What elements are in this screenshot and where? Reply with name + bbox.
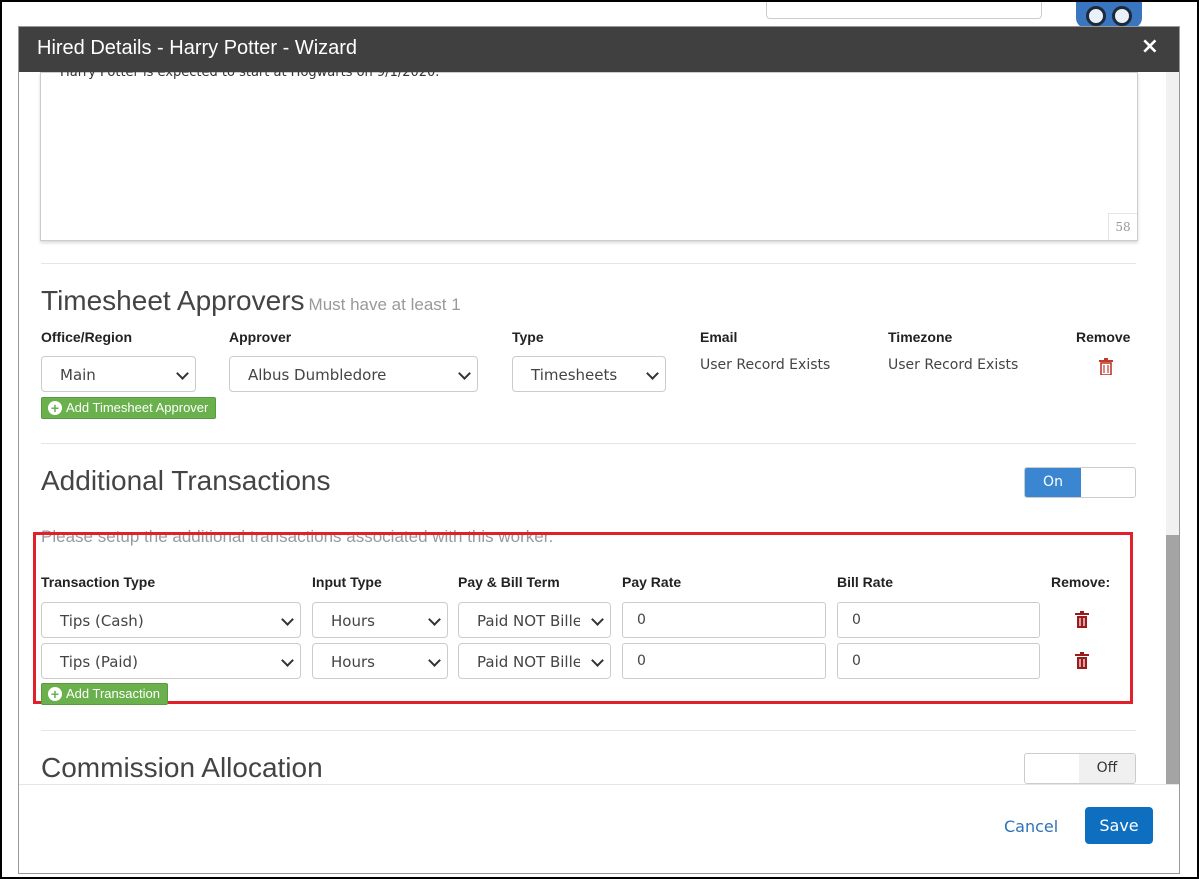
bill-rate-header: Bill Rate [837, 574, 894, 590]
transaction-type-value: Tips (Cash) [60, 612, 144, 630]
divider [41, 443, 1136, 444]
screenshot-frame: Hired Details - Harry Potter - Wizard × … [0, 0, 1199, 879]
timesheet-section-title: Timesheet Approvers Must have at least 1 [41, 285, 461, 317]
type-select[interactable]: Timesheets [512, 356, 666, 392]
notes-textarea[interactable]: Harry Potter is expected to start at Hog… [40, 72, 1138, 241]
add-transaction-button[interactable]: + Add Transaction [41, 683, 168, 705]
pay-rate-input[interactable]: 0 [622, 643, 826, 679]
modal-header: Hired Details - Harry Potter - Wizard × [19, 27, 1179, 72]
owl-logo-icon [1076, 2, 1142, 28]
pay-bill-term-value: Paid NOT Billed [477, 653, 592, 671]
transactions-section-title: Additional Transactions [41, 465, 331, 496]
bill-rate-value: 0 [852, 612, 861, 628]
remove-header: Remove [1076, 329, 1131, 345]
modal-title: Hired Details - Harry Potter - Wizard [37, 37, 358, 59]
bill-rate-input[interactable]: 0 [837, 602, 1040, 638]
cancel-button[interactable]: Cancel [1004, 817, 1058, 836]
pay-rate-input[interactable]: 0 [622, 602, 826, 638]
transaction-type-value: Tips (Paid) [60, 653, 138, 671]
timezone-value: User Record Exists [888, 357, 1019, 373]
type-header: Type [512, 329, 544, 345]
chevron-down-icon [281, 654, 294, 667]
transactions-toggle[interactable]: On [1024, 467, 1136, 498]
timesheet-title: Timesheet Approvers [41, 285, 305, 316]
plus-circle-icon: + [48, 401, 62, 415]
chevron-down-icon [281, 613, 294, 626]
timesheet-subtitle: Must have at least 1 [308, 295, 461, 314]
transaction-type-header: Transaction Type [41, 574, 156, 590]
pay-rate-value: 0 [637, 653, 646, 669]
modal-body[interactable]: Harry Potter is expected to start at Hog… [19, 72, 1166, 784]
hired-details-modal: Hired Details - Harry Potter - Wizard × … [19, 27, 1179, 873]
notes-text: Harry Potter is expected to start at Hog… [60, 72, 440, 80]
commission-section-title: Commission Allocation [41, 752, 323, 783]
bill-rate-value: 0 [852, 653, 861, 669]
background-search-bar [766, 2, 1042, 19]
pay-bill-term-select[interactable]: Paid NOT Billed [458, 602, 611, 638]
trash-icon[interactable] [1075, 611, 1089, 628]
divider [41, 263, 1136, 264]
add-timesheet-approver-label: Add Timesheet Approver [66, 400, 209, 415]
pay-bill-term-value: Paid NOT Billed [477, 612, 592, 630]
pay-bill-term-select[interactable]: Paid NOT Billed [458, 643, 611, 679]
divider [41, 730, 1136, 731]
email-header: Email [700, 329, 738, 345]
chevron-down-icon [428, 613, 441, 626]
modal-footer: Cancel Save [19, 784, 1179, 874]
scrollbar-thumb[interactable] [1166, 535, 1179, 785]
chevron-down-icon [646, 367, 659, 380]
input-type-select[interactable]: Hours [312, 602, 448, 638]
bill-rate-input[interactable]: 0 [837, 643, 1040, 679]
office-region-select[interactable]: Main [41, 356, 196, 392]
type-value: Timesheets [531, 366, 618, 384]
add-transaction-label: Add Transaction [66, 686, 160, 701]
input-type-value: Hours [331, 653, 375, 671]
pay-bill-term-header: Pay & Bill Term [458, 574, 560, 590]
transaction-type-select[interactable]: Tips (Paid) [41, 643, 301, 679]
input-type-value: Hours [331, 612, 375, 630]
input-type-header: Input Type [312, 574, 382, 590]
chevron-down-icon [458, 367, 471, 380]
pay-rate-value: 0 [637, 612, 646, 628]
pay-rate-header: Pay Rate [622, 574, 682, 590]
office-region-header: Office/Region [41, 329, 133, 345]
email-value: User Record Exists [700, 357, 831, 373]
trash-icon[interactable] [1099, 358, 1113, 375]
commission-toggle[interactable]: Off [1024, 753, 1136, 784]
toggle-on-label: On [1025, 468, 1081, 497]
approver-header: Approver [229, 329, 292, 345]
timezone-header: Timezone [888, 329, 953, 345]
approver-value: Albus Dumbledore [248, 366, 387, 384]
add-timesheet-approver-button[interactable]: + Add Timesheet Approver [41, 397, 217, 419]
trash-icon[interactable] [1075, 652, 1089, 669]
remove-header: Remove: [1051, 574, 1111, 590]
char-count: 58 [1108, 213, 1137, 240]
transaction-type-select[interactable]: Tips (Cash) [41, 602, 301, 638]
office-region-value: Main [60, 366, 96, 384]
plus-circle-icon: + [48, 687, 62, 701]
save-button[interactable]: Save [1085, 807, 1153, 844]
input-type-select[interactable]: Hours [312, 643, 448, 679]
close-icon[interactable]: × [1141, 34, 1159, 59]
approver-select[interactable]: Albus Dumbledore [229, 356, 478, 392]
chevron-down-icon [428, 654, 441, 667]
toggle-off-label: Off [1079, 754, 1135, 783]
chevron-down-icon [176, 367, 189, 380]
